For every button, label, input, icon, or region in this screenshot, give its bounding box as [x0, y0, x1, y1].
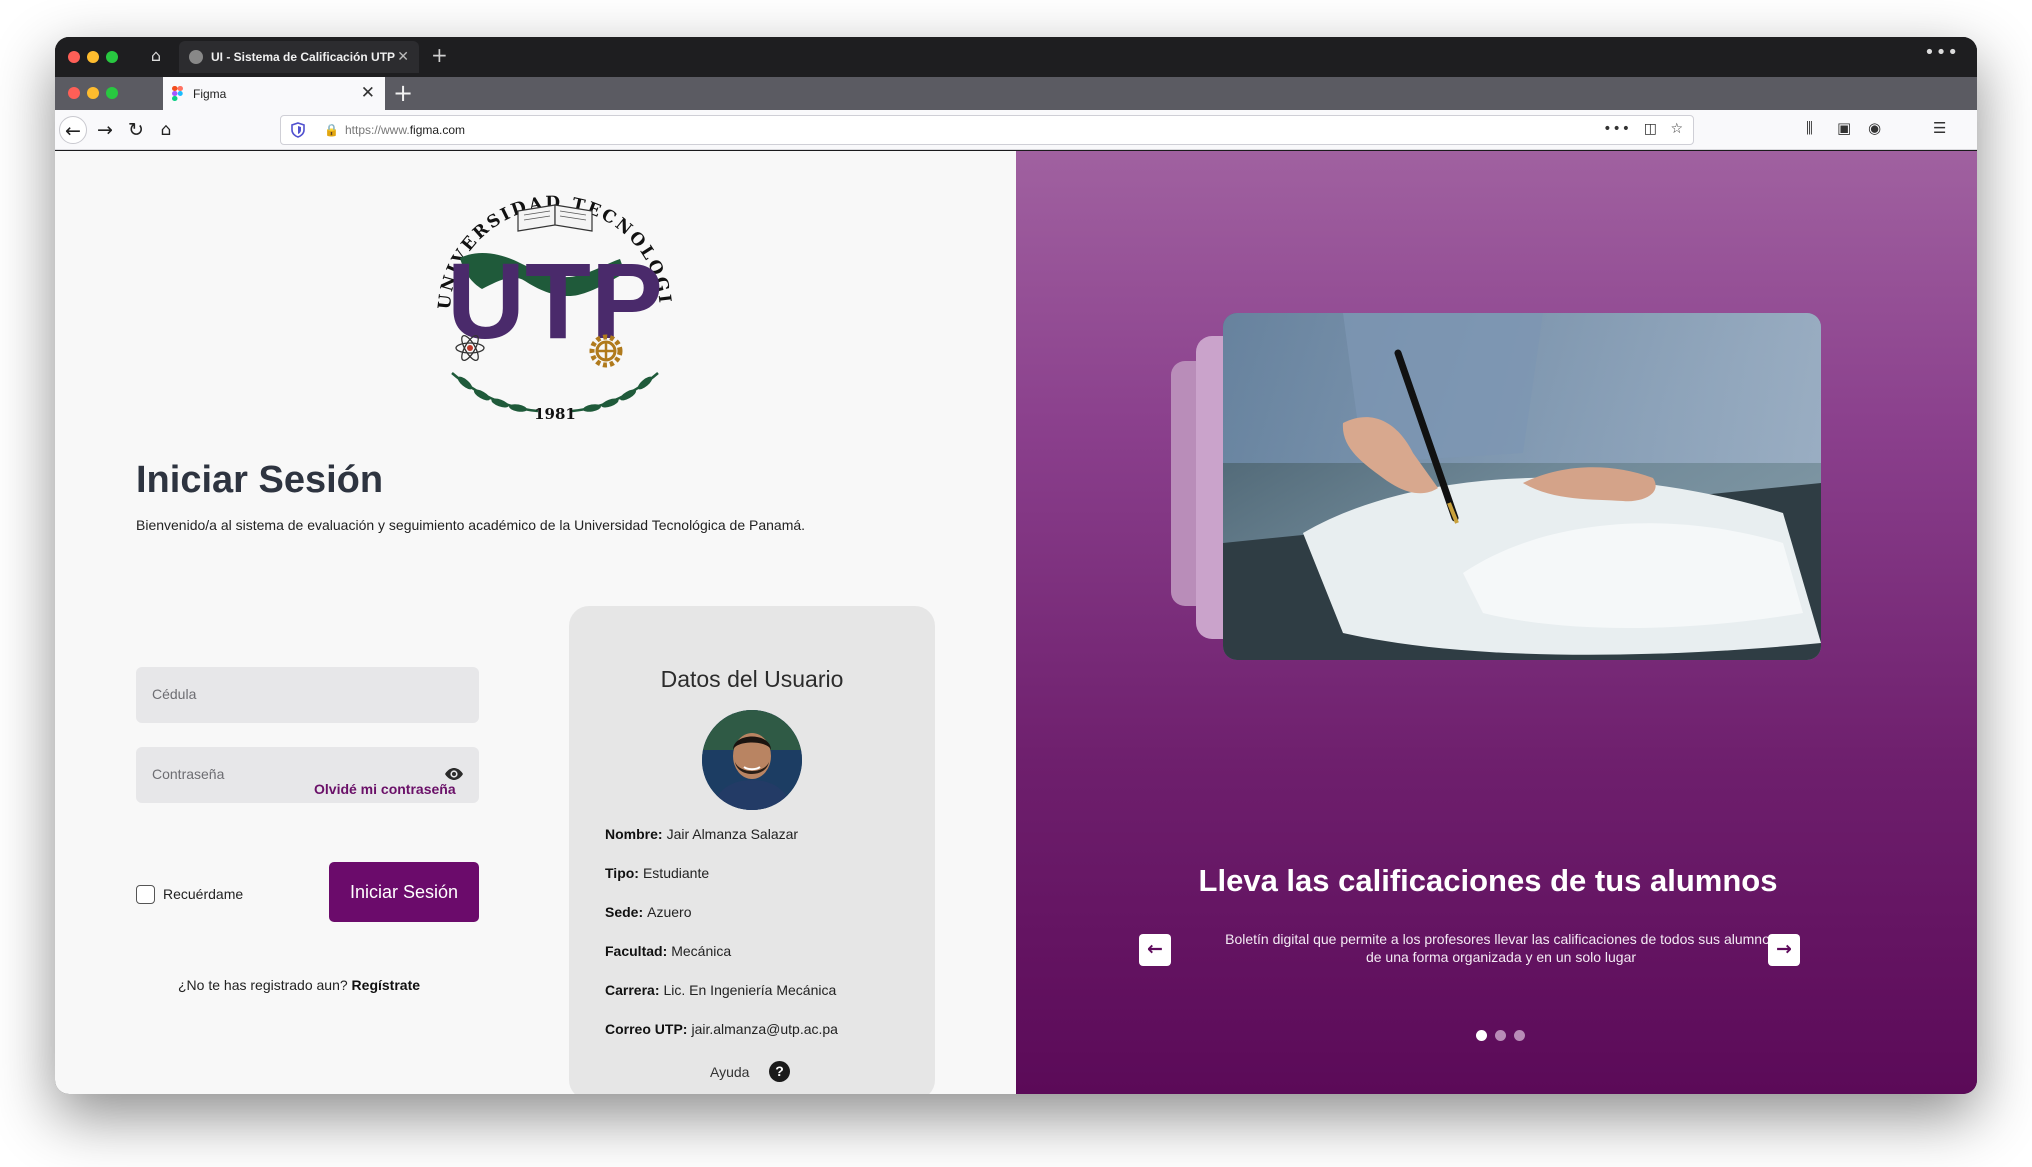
pocket-icon[interactable]: ◫ — [1644, 121, 1657, 137]
home-icon[interactable]: ⌂ — [152, 116, 180, 144]
star-icon[interactable]: ☆ — [1670, 121, 1683, 137]
hero-panel: Lleva las calificaciones de tus alumnos … — [1016, 151, 1977, 1094]
field-correo: Correo UTP: jair.almanza@utp.ac.pa — [605, 1021, 838, 1037]
outer-tab-title: UI - Sistema de Calificación UTP — [211, 50, 396, 64]
avatar — [702, 710, 802, 810]
close-window-button[interactable] — [68, 51, 80, 63]
cedula-input[interactable]: Cédula — [136, 667, 479, 723]
register-prompt: ¿No te has registrado aun? Regístrate — [178, 977, 420, 993]
login-button[interactable]: Iniciar Sesión — [329, 862, 479, 922]
login-subtitle: Bienvenido/a al sistema de evaluación y … — [136, 517, 806, 533]
eye-icon[interactable] — [444, 766, 464, 782]
minimize-window-button[interactable] — [87, 87, 99, 99]
field-facultad: Facultad: Mecánica — [605, 943, 732, 959]
hero-image — [1223, 313, 1821, 660]
arrow-left-icon[interactable]: ← — [1139, 934, 1171, 966]
reload-icon[interactable]: ↻ — [122, 116, 150, 144]
register-link[interactable]: Regístrate — [352, 977, 420, 993]
help-label[interactable]: Ayuda — [710, 1064, 749, 1080]
utp-logo: UNIVERSIDAD TECNOLOGICA DE PANAMA UTP — [420, 163, 672, 423]
remember-label[interactable]: Recuérdame — [163, 886, 243, 902]
password-placeholder: Contraseña — [152, 766, 225, 782]
shield-icon[interactable] — [291, 122, 305, 138]
user-card-title: Datos del Usuario — [660, 666, 844, 692]
home-icon[interactable]: ⌂ — [146, 46, 166, 66]
page-content: UNIVERSIDAD TECNOLOGICA DE PANAMA UTP — [55, 151, 1977, 1094]
hero-subtitle: Boletín digital que permite a los profes… — [1225, 931, 1777, 965]
field-carrera: Carrera: Lic. En Ingeniería Mecánica — [605, 982, 837, 998]
outer-tab-strip: ⌂ UI - Sistema de Calificación UTP ✕ + •… — [55, 37, 1977, 77]
new-tab-button[interactable]: + — [393, 79, 413, 107]
carousel-dot-3[interactable] — [1514, 1030, 1525, 1041]
url-bar[interactable]: 🔒 https://www.figma.com ••• ◫ ☆ — [280, 115, 1694, 145]
navigation-bar: ← → ↻ ⌂ 🔒 https://www.figma.com ••• ◫ ☆ … — [55, 110, 1977, 150]
back-icon[interactable]: ← — [59, 116, 87, 144]
sidebar-icon[interactable]: ▣ — [1837, 119, 1851, 137]
login-title: Iniciar Sesión — [136, 459, 384, 501]
field-tipo: Tipo: Estudiante — [605, 865, 710, 881]
zoom-window-button[interactable] — [106, 51, 118, 63]
hero-title: Lleva las calificaciones de tus alumnos — [1198, 863, 1778, 898]
carousel-dot-2[interactable] — [1495, 1030, 1506, 1041]
cedula-placeholder: Cédula — [152, 686, 197, 702]
new-tab-button[interactable]: + — [431, 43, 448, 67]
browser-tab-strip: Figma ✕ + — [55, 77, 1977, 110]
tab-favicon-icon — [189, 50, 203, 64]
browser-tab-title: Figma — [193, 87, 227, 101]
more-options-icon[interactable]: ••• — [1924, 42, 1959, 63]
arrow-right-icon[interactable]: → — [1768, 934, 1800, 966]
user-data-card: Datos del Usuario Nombre: Jair Almanza Sa… — [569, 606, 935, 1094]
forgot-password-link[interactable]: Olvidé mi contraseña — [314, 781, 456, 797]
field-nombre: Nombre: Jair Almanza Salazar — [605, 826, 799, 842]
carousel-dot-1[interactable] — [1476, 1030, 1487, 1041]
figma-icon — [172, 86, 183, 101]
library-icon[interactable]: ⫼ — [1806, 119, 1813, 137]
help-icon[interactable]: ? — [769, 1061, 790, 1082]
menu-icon[interactable]: ☰ — [1933, 119, 1946, 137]
book-icon — [517, 204, 593, 232]
close-window-button[interactable] — [68, 87, 80, 99]
url-text[interactable]: https://www.figma.com — [345, 123, 465, 137]
close-tab-icon[interactable]: ✕ — [361, 83, 375, 103]
outer-tab-active[interactable]: UI - Sistema de Calificación UTP ✕ — [179, 41, 419, 73]
browser-tab-figma[interactable]: Figma ✕ — [163, 77, 385, 110]
field-sede: Sede: Azuero — [605, 904, 692, 920]
lock-icon: 🔒 — [324, 123, 339, 137]
register-prompt-text: ¿No te has registrado aun? — [178, 977, 348, 993]
remember-checkbox[interactable] — [136, 885, 155, 904]
account-icon[interactable]: ◉ — [1868, 119, 1881, 137]
page-actions-icon[interactable]: ••• — [1603, 121, 1631, 137]
minimize-window-button[interactable] — [87, 51, 99, 63]
browser-window: ⌂ UI - Sistema de Calificación UTP ✕ + •… — [55, 37, 1977, 1094]
logo-monogram: UTP — [447, 240, 663, 361]
forward-icon[interactable]: → — [91, 116, 119, 144]
zoom-window-button[interactable] — [106, 87, 118, 99]
login-panel: UNIVERSIDAD TECNOLOGICA DE PANAMA UTP — [55, 151, 1016, 1094]
close-tab-icon[interactable]: ✕ — [397, 48, 409, 65]
logo-year: 1981 — [534, 405, 576, 423]
